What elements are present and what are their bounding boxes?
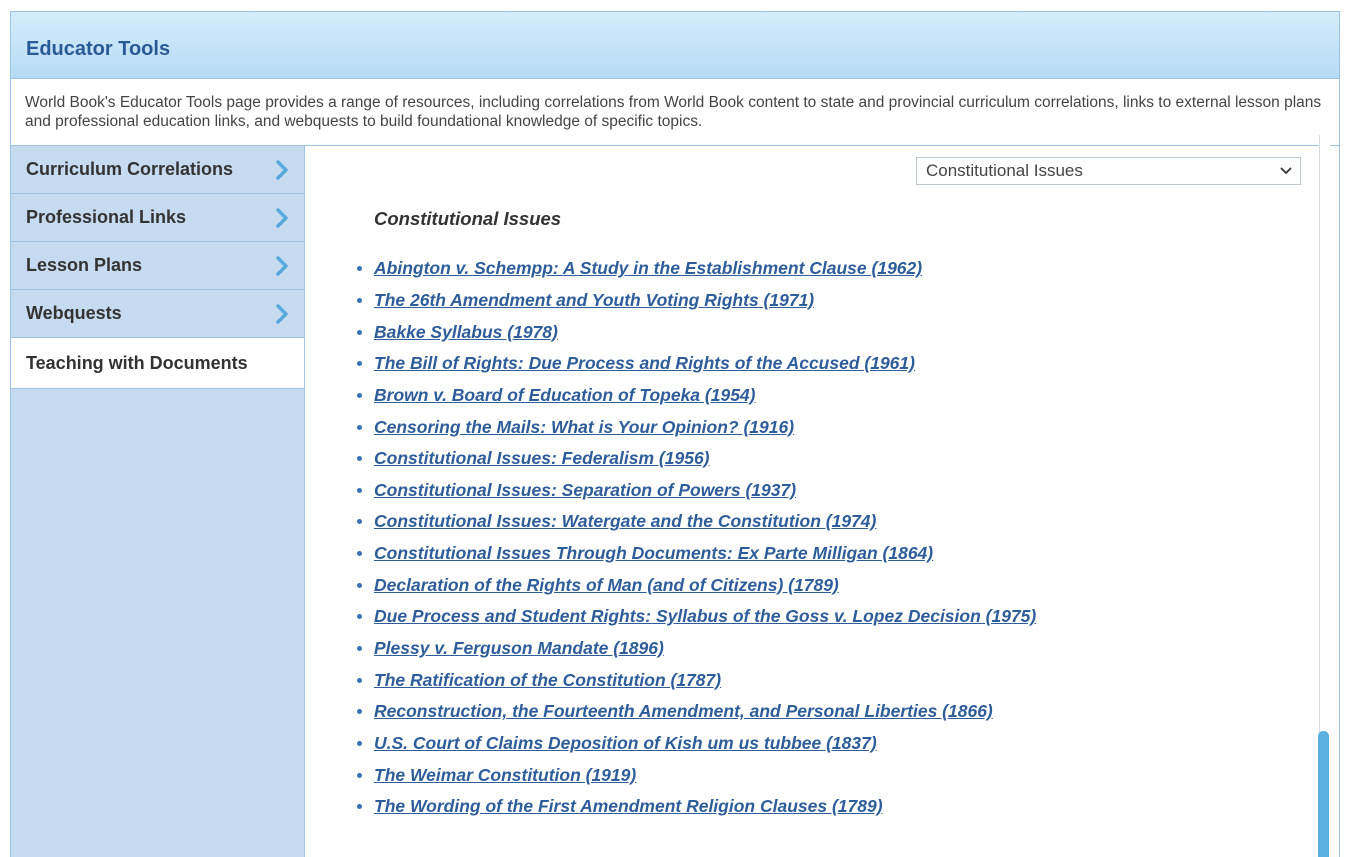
sidebar-item-lesson-plans[interactable]: Lesson Plans [11, 242, 304, 290]
bullet-icon [357, 392, 362, 398]
bullet-icon [357, 709, 362, 715]
list-item: Abington v. Schempp: A Study in the Esta… [357, 253, 1036, 285]
document-link[interactable]: Bakke Syllabus (1978) [374, 322, 558, 343]
list-item: Bakke Syllabus (1978) [357, 316, 1036, 348]
scrollbar-thumb[interactable] [1318, 731, 1329, 857]
bullet-icon [357, 487, 362, 493]
list-item: Plessy v. Ferguson Mandate (1896) [357, 633, 1036, 665]
bullet-icon [357, 297, 362, 303]
sidebar-item-label: Professional Links [26, 207, 187, 227]
bullet-icon [357, 551, 362, 557]
list-item: Declaration of the Rights of Man (and of… [357, 569, 1036, 601]
sidebar-item-label: Curriculum Correlations [26, 159, 234, 179]
list-item: Censoring the Mails: What is Your Opinio… [357, 411, 1036, 443]
bullet-icon [357, 772, 362, 778]
sidebar-item-label: Webquests [26, 303, 122, 323]
document-link[interactable]: The Wording of the First Amendment Relig… [374, 796, 883, 817]
panel-body: Curriculum Correlations Professional Lin… [11, 146, 1339, 857]
list-item: The Ratification of the Constitution (17… [357, 664, 1036, 696]
topic-select[interactable]: Constitutional Issues [916, 157, 1301, 185]
bullet-icon [357, 740, 362, 746]
document-link[interactable]: Abington v. Schempp: A Study in the Esta… [374, 258, 922, 279]
list-item: Reconstruction, the Fourteenth Amendment… [357, 696, 1036, 728]
document-link[interactable]: Constitutional Issues: Watergate and the… [374, 511, 876, 532]
list-item: The Weimar Constitution (1919) [357, 759, 1036, 791]
section-title: Constitutional Issues [374, 208, 562, 229]
educator-tools-panel: Educator Tools World Book's Educator Too… [10, 11, 1340, 857]
document-link[interactable]: The Bill of Rights: Due Process and Righ… [374, 353, 915, 374]
list-item: The Bill of Rights: Due Process and Righ… [357, 348, 1036, 380]
document-link[interactable]: The Ratification of the Constitution (17… [374, 670, 721, 691]
document-link[interactable]: The 26th Amendment and Youth Voting Righ… [374, 290, 814, 311]
document-link[interactable]: U.S. Court of Claims Deposition of Kish … [374, 733, 877, 754]
sidebar-item-curriculum-correlations[interactable]: Curriculum Correlations [11, 146, 304, 194]
list-item: Constitutional Issues: Separation of Pow… [357, 474, 1036, 506]
list-item: Constitutional Issues: Watergate and the… [357, 506, 1036, 538]
list-item: Due Process and Student Rights: Syllabus… [357, 601, 1036, 633]
sidebar-item-webquests[interactable]: Webquests [11, 290, 304, 338]
sidebar: Curriculum Correlations Professional Lin… [11, 146, 305, 857]
panel-header: Educator Tools [11, 12, 1339, 79]
bullet-icon [357, 456, 362, 462]
list-item: The Wording of the First Amendment Relig… [357, 791, 1036, 823]
document-list: Abington v. Schempp: A Study in the Esta… [357, 253, 1036, 823]
document-link[interactable]: Constitutional Issues Through Documents:… [374, 543, 933, 564]
list-item: U.S. Court of Claims Deposition of Kish … [357, 728, 1036, 760]
sidebar-item-label: Teaching with Documents [26, 352, 248, 373]
page-title: Educator Tools [26, 37, 171, 60]
list-item: Constitutional Issues Through Documents:… [357, 538, 1036, 570]
bullet-icon [357, 361, 362, 367]
chevron-right-icon [276, 303, 288, 324]
chevron-right-icon [276, 255, 288, 276]
bullet-icon [357, 266, 362, 272]
document-link[interactable]: Declaration of the Rights of Man (and of… [374, 575, 839, 596]
bullet-icon [357, 804, 362, 810]
chevron-right-icon [276, 159, 288, 180]
list-item: The 26th Amendment and Youth Voting Righ… [357, 285, 1036, 317]
document-link[interactable]: Constitutional Issues: Separation of Pow… [374, 480, 796, 501]
sidebar-item-professional-links[interactable]: Professional Links [11, 194, 304, 242]
document-link[interactable]: Due Process and Student Rights: Syllabus… [374, 606, 1036, 627]
document-link[interactable]: Censoring the Mails: What is Your Opinio… [374, 417, 794, 438]
list-item: Brown v. Board of Education of Topeka (1… [357, 380, 1036, 412]
bullet-icon [357, 614, 362, 620]
document-link[interactable]: Brown v. Board of Education of Topeka (1… [374, 385, 756, 406]
bullet-icon [357, 582, 362, 588]
list-item: Constitutional Issues: Federalism (1956) [357, 443, 1036, 475]
document-link[interactable]: The Weimar Constitution (1919) [374, 765, 636, 786]
bullet-icon [357, 646, 362, 651]
intro-text: World Book's Educator Tools page provide… [11, 79, 1339, 146]
main-content: Constitutional Issues Constitutional Iss… [305, 146, 1339, 857]
document-link[interactable]: Constitutional Issues: Federalism (1956) [374, 448, 710, 469]
chevron-down-icon [1280, 167, 1292, 174]
sidebar-item-teaching-with-documents[interactable]: Teaching with Documents [11, 338, 304, 389]
bullet-icon [357, 677, 362, 683]
bullet-icon [357, 424, 362, 430]
topic-select-value: Constitutional Issues [926, 161, 1083, 180]
bullet-icon [357, 519, 362, 525]
sidebar-item-label: Lesson Plans [26, 255, 143, 275]
document-link[interactable]: Reconstruction, the Fourteenth Amendment… [374, 701, 993, 722]
bullet-icon [357, 329, 362, 335]
chevron-right-icon [276, 207, 288, 228]
document-link[interactable]: Plessy v. Ferguson Mandate (1896) [374, 638, 664, 659]
